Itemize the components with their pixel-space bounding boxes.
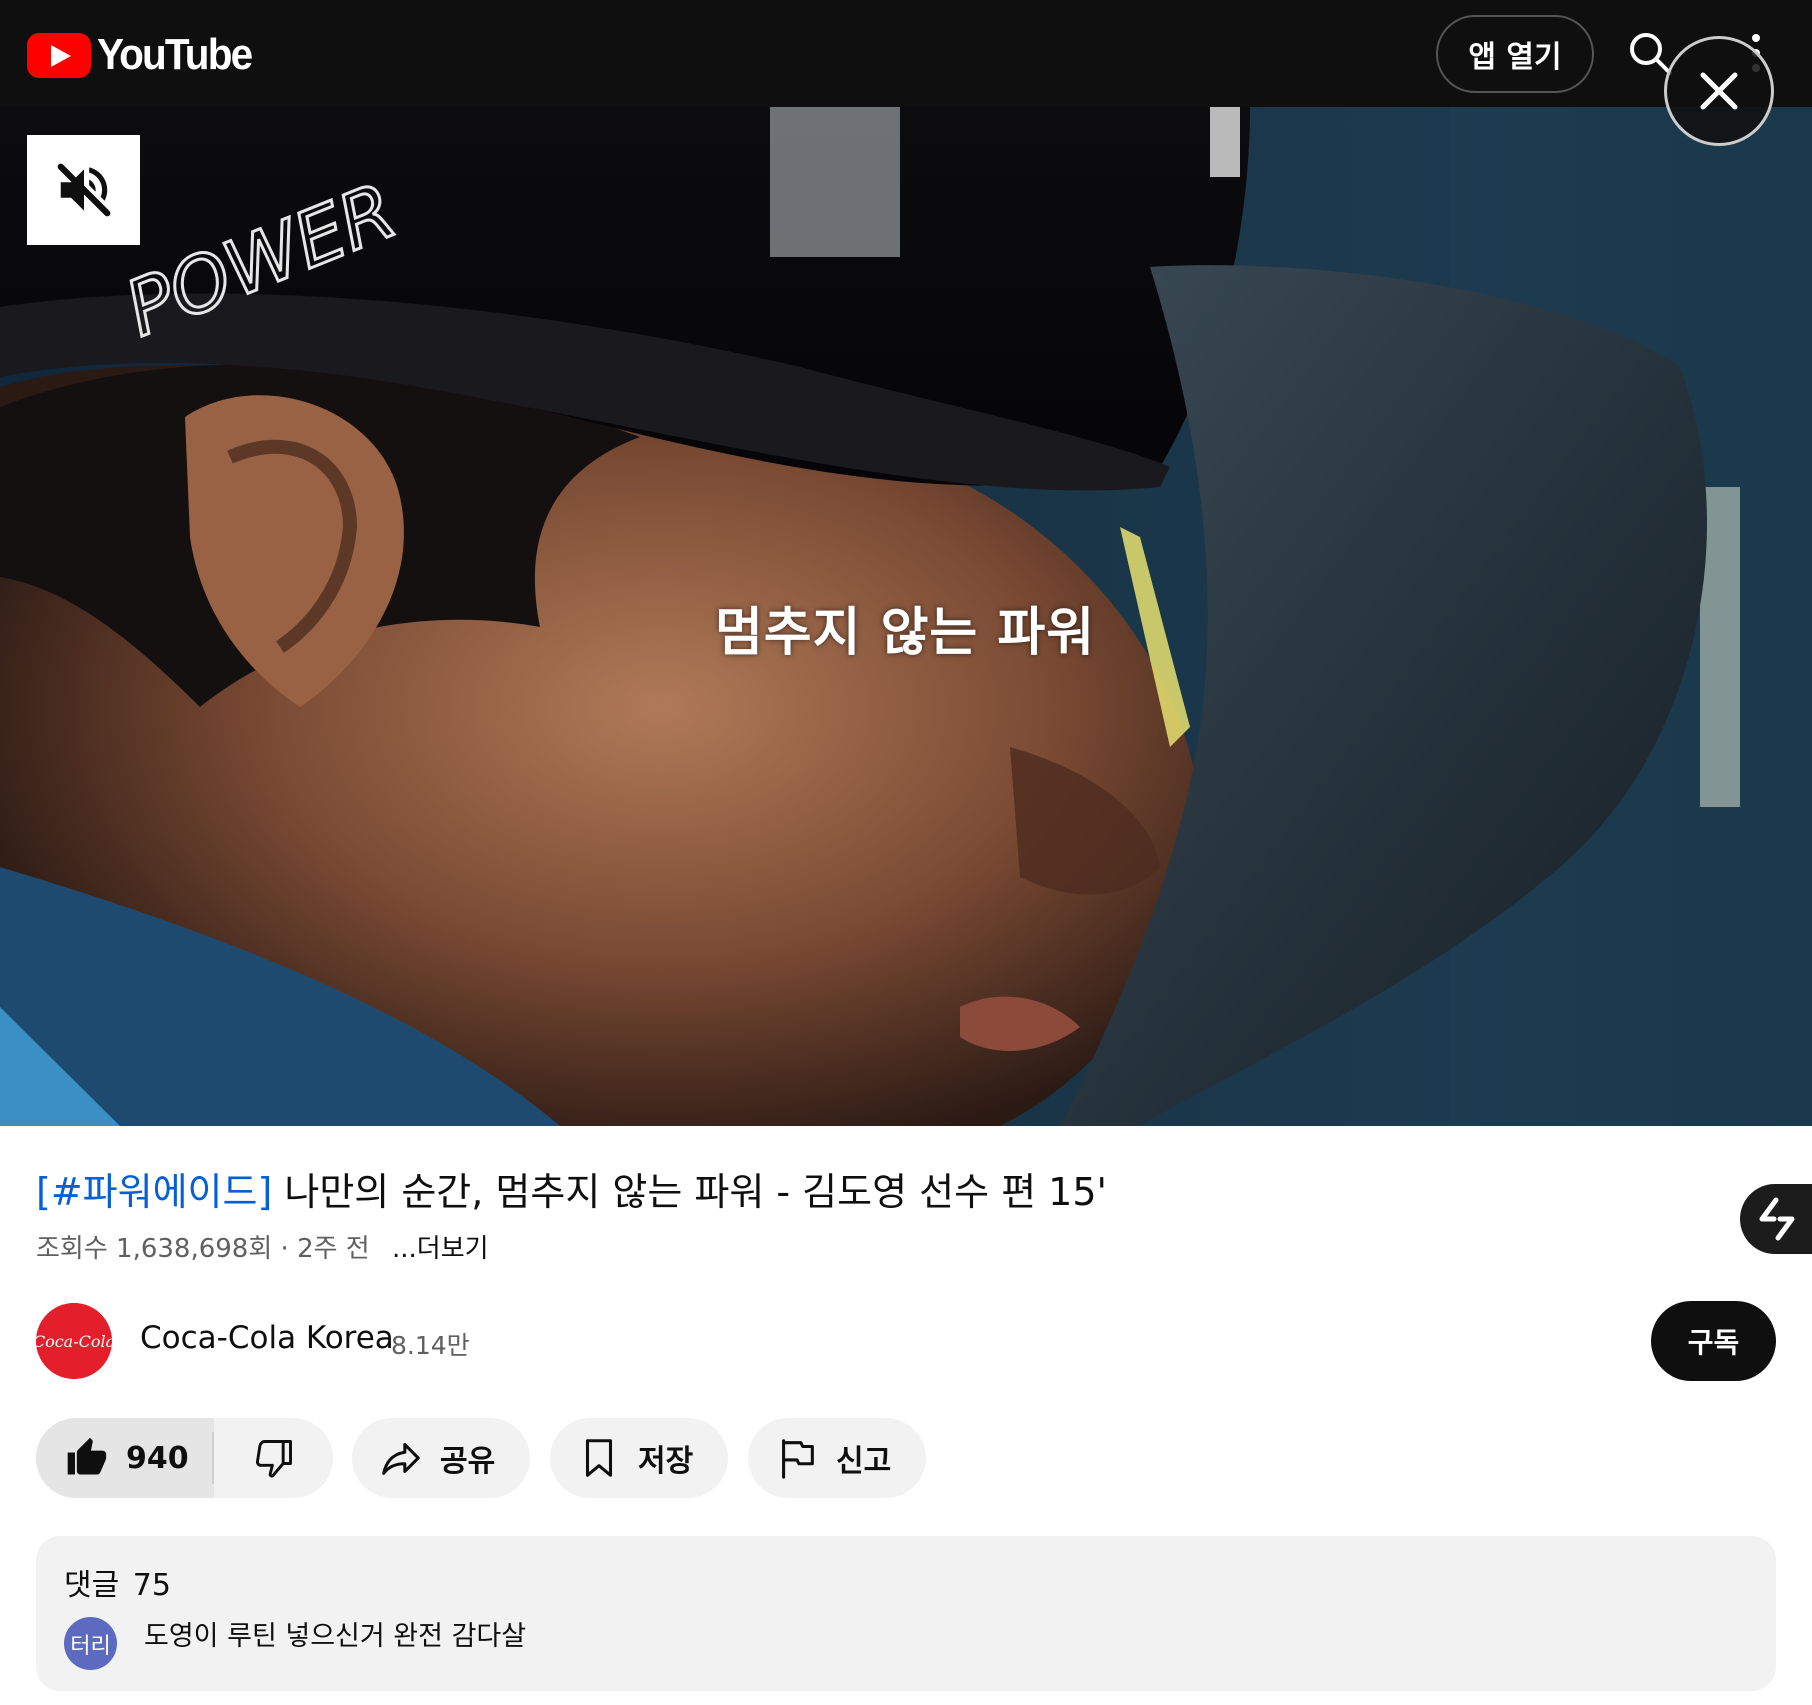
subscribe-button[interactable]: 구독 — [1651, 1301, 1776, 1381]
like-count: 940 — [126, 1440, 189, 1476]
comments-label: 댓글 — [64, 1568, 120, 1603]
volume-off-icon — [57, 163, 110, 217]
youtube-logo[interactable]: YouTube — [27, 31, 265, 79]
channel-avatar[interactable]: Coca-Cola — [36, 1303, 112, 1379]
thumbs-down-icon — [255, 1440, 292, 1478]
top-comment-text: 도영이 루틴 넣으신거 완전 감다살 — [144, 1621, 527, 1652]
logo-text: YouTube — [97, 30, 253, 79]
view-count: 조회수 1,638,698회 — [36, 1234, 273, 1264]
comments-header: 댓글 75 — [64, 1560, 171, 1604]
youtube-play-icon — [27, 32, 91, 78]
report-label: 신고 — [836, 1444, 892, 1479]
search-icon[interactable] — [1627, 30, 1673, 76]
video-meta: 조회수 1,638,698회 · 2주 전 ...더보기 — [36, 1228, 489, 1265]
bookmark-icon — [585, 1439, 613, 1477]
meta-separator: · — [280, 1234, 289, 1264]
video-player[interactable]: POWER 멈추지 않는 파워 — [0, 107, 1812, 1126]
save-button[interactable]: 저장 — [550, 1418, 728, 1498]
close-icon — [1700, 72, 1738, 110]
coca-cola-logo: Coca-Cola — [36, 1303, 112, 1379]
remix-icon — [1759, 1197, 1795, 1241]
thumbs-up-icon — [67, 1437, 107, 1475]
share-button[interactable]: 공유 — [352, 1418, 530, 1498]
close-button[interactable] — [1664, 36, 1774, 146]
save-label: 저장 — [638, 1444, 694, 1479]
flag-icon — [782, 1439, 814, 1479]
comments-count: 75 — [132, 1568, 171, 1603]
share-label: 공유 — [440, 1444, 496, 1479]
video-title[interactable]: [#파워에이드] 나만의 순간, 멈추지 않는 파워 - 김도영 선수 편 15… — [36, 1168, 1716, 1216]
more-link[interactable]: ...더보기 — [392, 1234, 489, 1264]
video-caption: 멈추지 않는 파워 — [714, 603, 1096, 663]
comments-panel[interactable]: 댓글 75 터리 도영이 루틴 넣으신거 완전 감다살 — [36, 1536, 1776, 1691]
remix-tab[interactable] — [1740, 1184, 1812, 1254]
share-icon — [382, 1443, 420, 1475]
subscriber-count: 8.14만 — [391, 1331, 470, 1360]
channel-name[interactable]: Coca-Cola Korea — [140, 1320, 394, 1356]
title-hashtag-link[interactable]: [#파워에이드] — [36, 1170, 272, 1214]
open-app-button[interactable]: 앱 열기 — [1436, 15, 1594, 93]
mute-button[interactable] — [27, 135, 140, 245]
like-dislike-group: 940 — [36, 1418, 333, 1498]
title-text: 나만의 순간, 멈추지 않는 파워 - 김도영 선수 편 15' — [272, 1170, 1107, 1214]
upload-time: 2주 전 — [297, 1234, 370, 1264]
top-app-bar: YouTube 앱 열기 — [0, 0, 1812, 107]
commenter-avatar: 터리 — [64, 1617, 117, 1670]
dislike-button[interactable] — [214, 1418, 333, 1498]
like-button[interactable]: 940 — [36, 1418, 214, 1498]
report-button[interactable]: 신고 — [748, 1418, 926, 1498]
svg-text:Coca-Cola: Coca-Cola — [36, 1332, 112, 1351]
